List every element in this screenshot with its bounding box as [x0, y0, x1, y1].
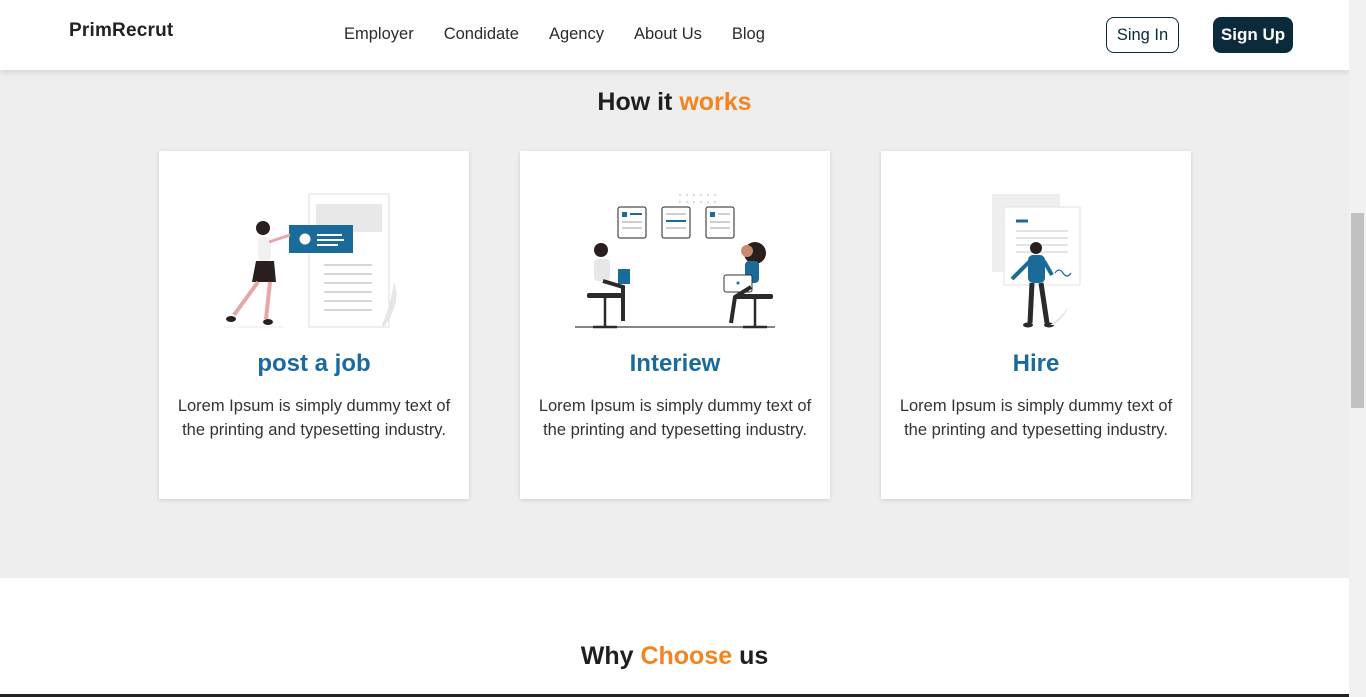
sign-up-button[interactable]: Sign Up [1213, 17, 1293, 53]
title-prefix: Why [580, 642, 641, 670]
card-title: Interiew [629, 350, 721, 377]
nav-link-blog[interactable]: Blog [732, 25, 765, 44]
card-text: Lorem Ipsum is simply dummy text of the … [899, 397, 1173, 439]
card-text: Lorem Ipsum is simply dummy text of the … [177, 397, 451, 439]
nav-link-agency[interactable]: Agency [549, 25, 604, 44]
card-interview: Interiew Lorem Ipsum is simply dummy tex… [520, 151, 830, 499]
nav-links: Employer Condidate Agency About Us Blog [344, 25, 795, 44]
navbar: PrimRecrut Employer Condidate Agency Abo… [0, 0, 1349, 70]
interview-illustration-icon [575, 193, 775, 329]
scrollbar-thumb[interactable] [1351, 213, 1364, 408]
card-title: post a job [257, 350, 371, 377]
nav-link-about-us[interactable]: About Us [634, 25, 702, 44]
sign-in-button[interactable]: Sing In [1106, 17, 1179, 53]
card-title: Hire [1012, 350, 1060, 377]
hire-illustration-icon [992, 194, 1081, 328]
page: PrimRecrut Employer Condidate Agency Abo… [0, 0, 1366, 697]
card-post-a-job: post a job Lorem Ipsum is simply dummy t… [159, 151, 469, 499]
title-suffix: us [732, 642, 769, 670]
how-it-works-title: How it works [0, 88, 1349, 117]
brand-logo[interactable]: PrimRecrut [69, 20, 173, 42]
nav-link-employer[interactable]: Employer [344, 25, 414, 44]
title-accent: Choose [640, 642, 733, 670]
vertical-scrollbar[interactable] [1349, 0, 1366, 697]
why-choose-us-section: Why Choose us [0, 578, 1349, 697]
viewport: PrimRecrut Employer Condidate Agency Abo… [0, 0, 1349, 697]
how-it-works-section: How it works post a job Lorem Ipsum is s… [0, 70, 1349, 578]
post-job-illustration-icon [224, 193, 397, 328]
title-accent: works [679, 88, 752, 116]
card-hire: Hire Lorem Ipsum is simply dummy text of… [881, 151, 1191, 499]
card-text: Lorem Ipsum is simply dummy text of the … [538, 397, 812, 439]
title-prefix: How it [597, 88, 680, 116]
nav-link-candidate[interactable]: Condidate [444, 25, 519, 44]
why-choose-us-title: Why Choose us [0, 642, 1349, 671]
